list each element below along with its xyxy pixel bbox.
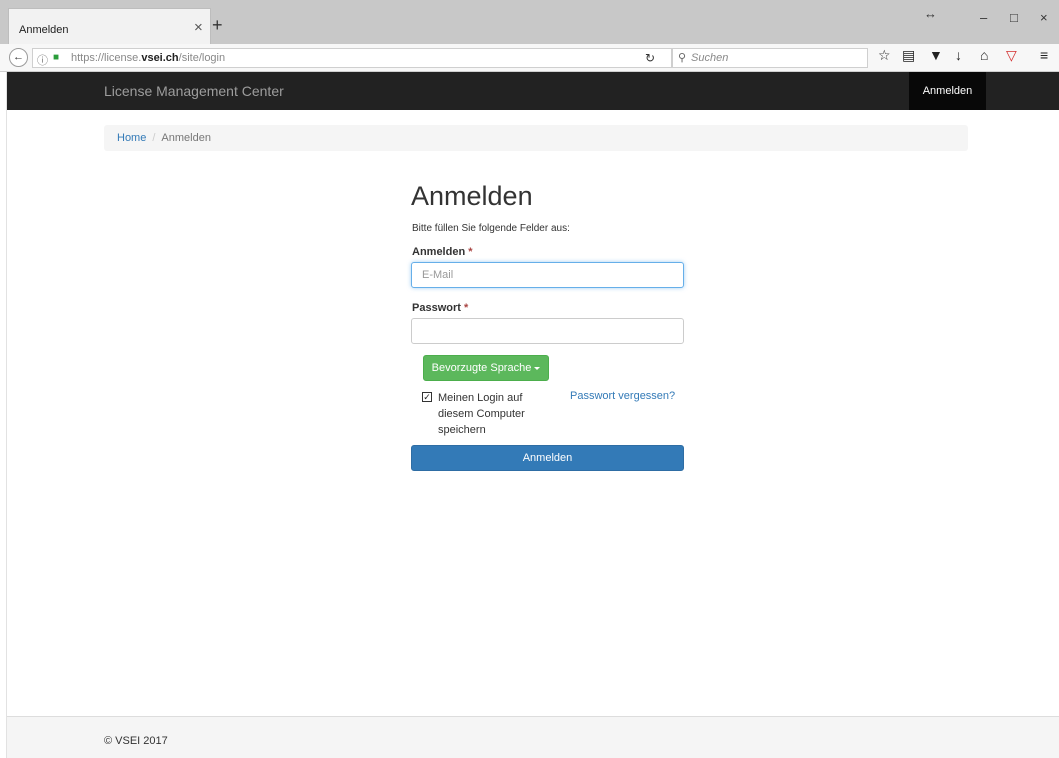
search-placeholder: Suchen bbox=[691, 52, 729, 64]
language-dropdown-button[interactable]: Bevorzugte Sprache bbox=[423, 355, 549, 381]
breadcrumb-separator: / bbox=[152, 132, 156, 144]
tab-close-icon[interactable]: × bbox=[194, 19, 203, 36]
breadcrumb-current: Anmelden bbox=[161, 132, 211, 144]
required-mark: * bbox=[468, 246, 473, 258]
maximize-icon[interactable]: □ bbox=[1010, 10, 1018, 25]
reload-icon[interactable]: ↻ bbox=[645, 51, 655, 65]
form-hint: Bitte füllen Sie folgende Felder aus: bbox=[412, 223, 570, 234]
browser-tab[interactable]: Anmelden × bbox=[8, 8, 211, 44]
window-edge bbox=[0, 72, 7, 758]
browser-tabbar: Anmelden × + ↔ – □ × bbox=[0, 0, 1059, 44]
site-footer: © VSEI 2017 bbox=[7, 716, 1059, 758]
site-navbar: License Management Center Anmelden bbox=[7, 72, 1059, 110]
lock-icon[interactable]: ■ bbox=[53, 52, 59, 63]
home-icon[interactable]: ⌂ bbox=[980, 47, 988, 63]
restore-icon[interactable]: ↔ bbox=[924, 6, 937, 21]
bookmark-star-icon[interactable]: ☆ bbox=[878, 47, 891, 64]
caret-down-icon bbox=[534, 366, 541, 370]
login-submit-button[interactable]: Anmelden bbox=[411, 445, 684, 471]
tab-title: Anmelden bbox=[19, 24, 69, 36]
email-input[interactable] bbox=[411, 262, 684, 288]
browser-search-input[interactable]: ⚲ Suchen bbox=[672, 48, 868, 68]
back-arrow-icon[interactable]: ← bbox=[9, 48, 28, 67]
menu-icon[interactable]: ≡ bbox=[1040, 47, 1048, 63]
info-icon[interactable]: ⓘ bbox=[37, 52, 48, 68]
reader-list-icon[interactable]: ▤ bbox=[902, 47, 915, 64]
url-bar[interactable]: ⓘ ■ https://license.vsei.ch/site/login ↻ bbox=[32, 48, 672, 68]
browser-toolbar: ← ⓘ ■ https://license.vsei.ch/site/login… bbox=[0, 44, 1059, 72]
breadcrumb-home-link[interactable]: Home bbox=[117, 132, 146, 144]
minimize-icon[interactable]: – bbox=[980, 10, 987, 25]
login-label: Anmelden * bbox=[412, 246, 473, 258]
password-input[interactable] bbox=[411, 318, 684, 344]
pocket-icon[interactable]: ▼ bbox=[929, 47, 943, 63]
shield-addon-icon[interactable]: ▽ bbox=[1006, 47, 1017, 64]
required-mark: * bbox=[463, 302, 469, 314]
download-icon[interactable]: ↓ bbox=[955, 47, 962, 63]
new-tab-icon[interactable]: + bbox=[212, 16, 223, 34]
footer-copyright: © VSEI 2017 bbox=[104, 735, 168, 747]
breadcrumb: Home / Anmelden bbox=[104, 125, 968, 151]
remember-label[interactable]: Meinen Login auf diesem Computer speiche… bbox=[438, 390, 548, 438]
url-text: https://license.vsei.ch/site/login bbox=[71, 52, 226, 64]
window-close-icon[interactable]: × bbox=[1040, 10, 1048, 25]
password-label: Passwort * bbox=[412, 302, 469, 314]
nav-login-link[interactable]: Anmelden bbox=[909, 72, 986, 110]
forgot-password-link[interactable]: Passwort vergessen? bbox=[570, 390, 675, 402]
remember-checkbox[interactable]: ✓ bbox=[422, 392, 432, 402]
search-icon: ⚲ bbox=[678, 52, 687, 64]
page-title: Anmelden bbox=[411, 181, 533, 211]
site-brand[interactable]: License Management Center bbox=[104, 83, 284, 99]
